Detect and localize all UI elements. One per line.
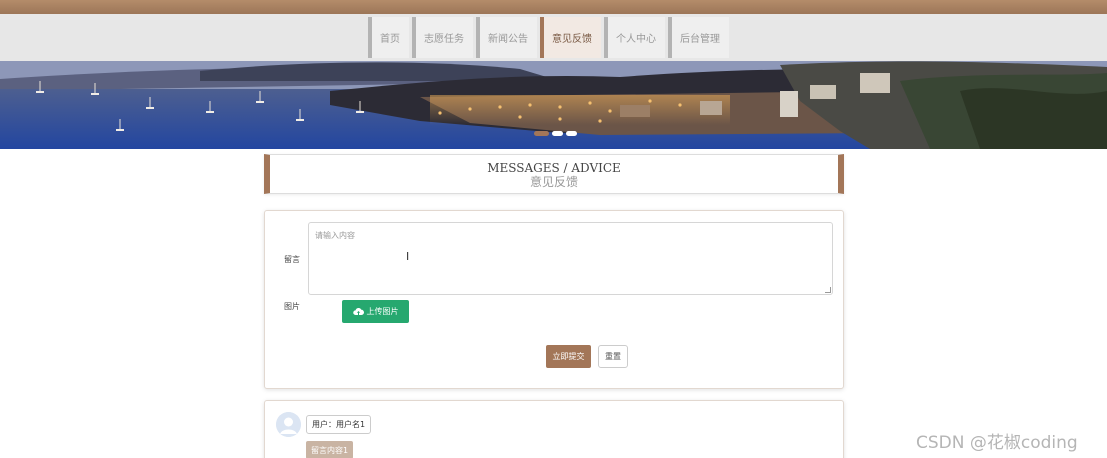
feedback-form: 留言 请输入内容 I 图片 上传图片 立即提交 重置 (264, 210, 844, 389)
top-accent-bar (0, 0, 1107, 14)
upload-image-label: 上传图片 (366, 307, 399, 316)
nav-item-home[interactable]: 首页 (368, 17, 409, 58)
nav-item-admin[interactable]: 后台管理 (668, 17, 729, 58)
message-label: 留言 (284, 255, 300, 264)
upload-image-button[interactable]: 上传图片 (342, 300, 409, 323)
reset-button[interactable]: 重置 (598, 345, 628, 368)
cloud-upload-icon (352, 307, 364, 316)
user-avatar-icon (276, 412, 301, 437)
resize-handle-icon[interactable] (825, 287, 831, 293)
nav-item-feedback[interactable]: 意见反馈 (540, 17, 601, 58)
page: 首页 志愿任务 新闻公告 意见反馈 个人中心 后台管理 MESSAGES / A… (0, 0, 1107, 458)
nav-item-personal-center[interactable]: 个人中心 (604, 17, 665, 58)
nav-menu: 首页 志愿任务 新闻公告 意见反馈 个人中心 后台管理 (368, 17, 729, 58)
section-title-en: MESSAGES / ADVICE (487, 161, 621, 175)
nav-item-news[interactable]: 新闻公告 (476, 17, 537, 58)
banner-carousel (0, 61, 1107, 149)
text-cursor-icon: I (406, 250, 410, 263)
nav-item-volunteer-tasks[interactable]: 志愿任务 (412, 17, 473, 58)
comment-content: 留言内容1 (306, 441, 354, 458)
carousel-dot-1[interactable] (534, 131, 549, 136)
section-title-box: MESSAGES / ADVICE 意见反馈 (264, 154, 844, 194)
message-textarea[interactable]: 请输入内容 I (308, 222, 833, 295)
comment-item: 用户：用户名1 留言内容1 (264, 400, 844, 458)
carousel-dot-2[interactable] (552, 131, 563, 136)
message-placeholder: 请输入内容 (315, 231, 355, 240)
navbar: 首页 志愿任务 新闻公告 意见反馈 个人中心 后台管理 (0, 14, 1107, 61)
watermark: CSDN @花椒coding (916, 433, 1078, 453)
avatar (276, 412, 301, 437)
comment-username: 用户：用户名1 (306, 415, 372, 434)
section-title-cn: 意见反馈 (529, 175, 578, 189)
carousel-dot-3[interactable] (566, 131, 577, 136)
submit-button[interactable]: 立即提交 (546, 345, 591, 368)
image-label: 图片 (284, 302, 300, 311)
carousel-indicators (534, 131, 577, 136)
